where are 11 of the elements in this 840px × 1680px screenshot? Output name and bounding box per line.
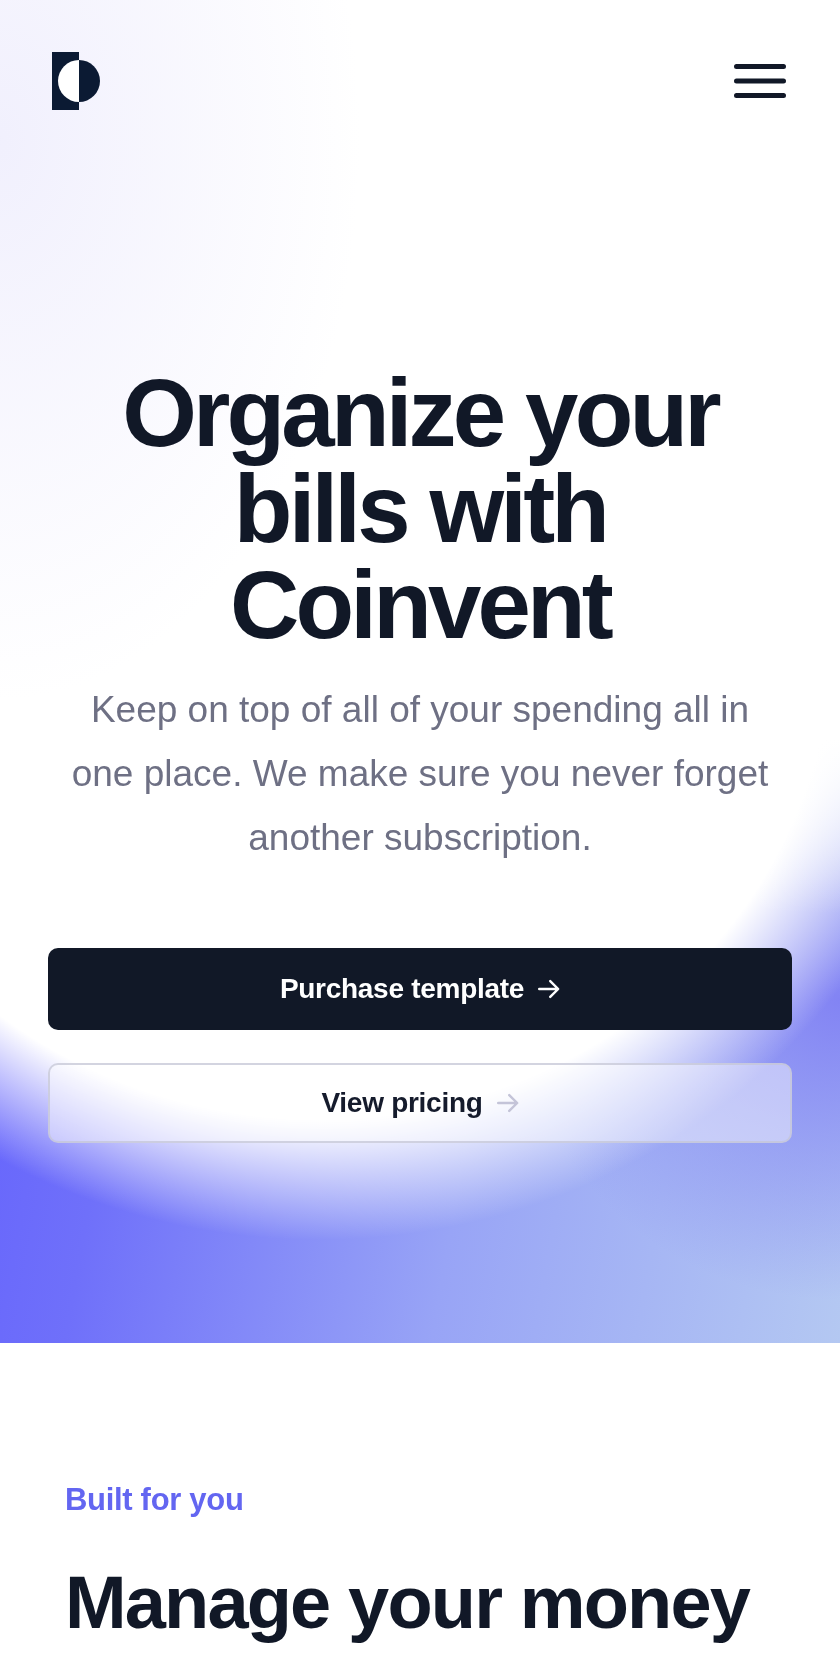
arrow-right-icon — [538, 979, 561, 999]
section-eyebrow: Built for you — [65, 1481, 245, 1519]
section-heading: Manage your money — [65, 1560, 752, 1646]
logo-icon[interactable] — [52, 52, 100, 110]
hero-heading: Organize your bills with Coinvent — [121, 365, 720, 653]
purchase-button[interactable]: Purchase template — [48, 948, 792, 1030]
pricing-button[interactable]: View pricing — [48, 1063, 792, 1143]
hero-description: Keep on top of all of your spending all in one place. We make sure you never forget another subscription. — [70, 688, 770, 860]
menu-icon — [734, 64, 786, 98]
arrow-right-icon — [496, 1093, 519, 1113]
menu-button[interactable] — [734, 64, 786, 98]
